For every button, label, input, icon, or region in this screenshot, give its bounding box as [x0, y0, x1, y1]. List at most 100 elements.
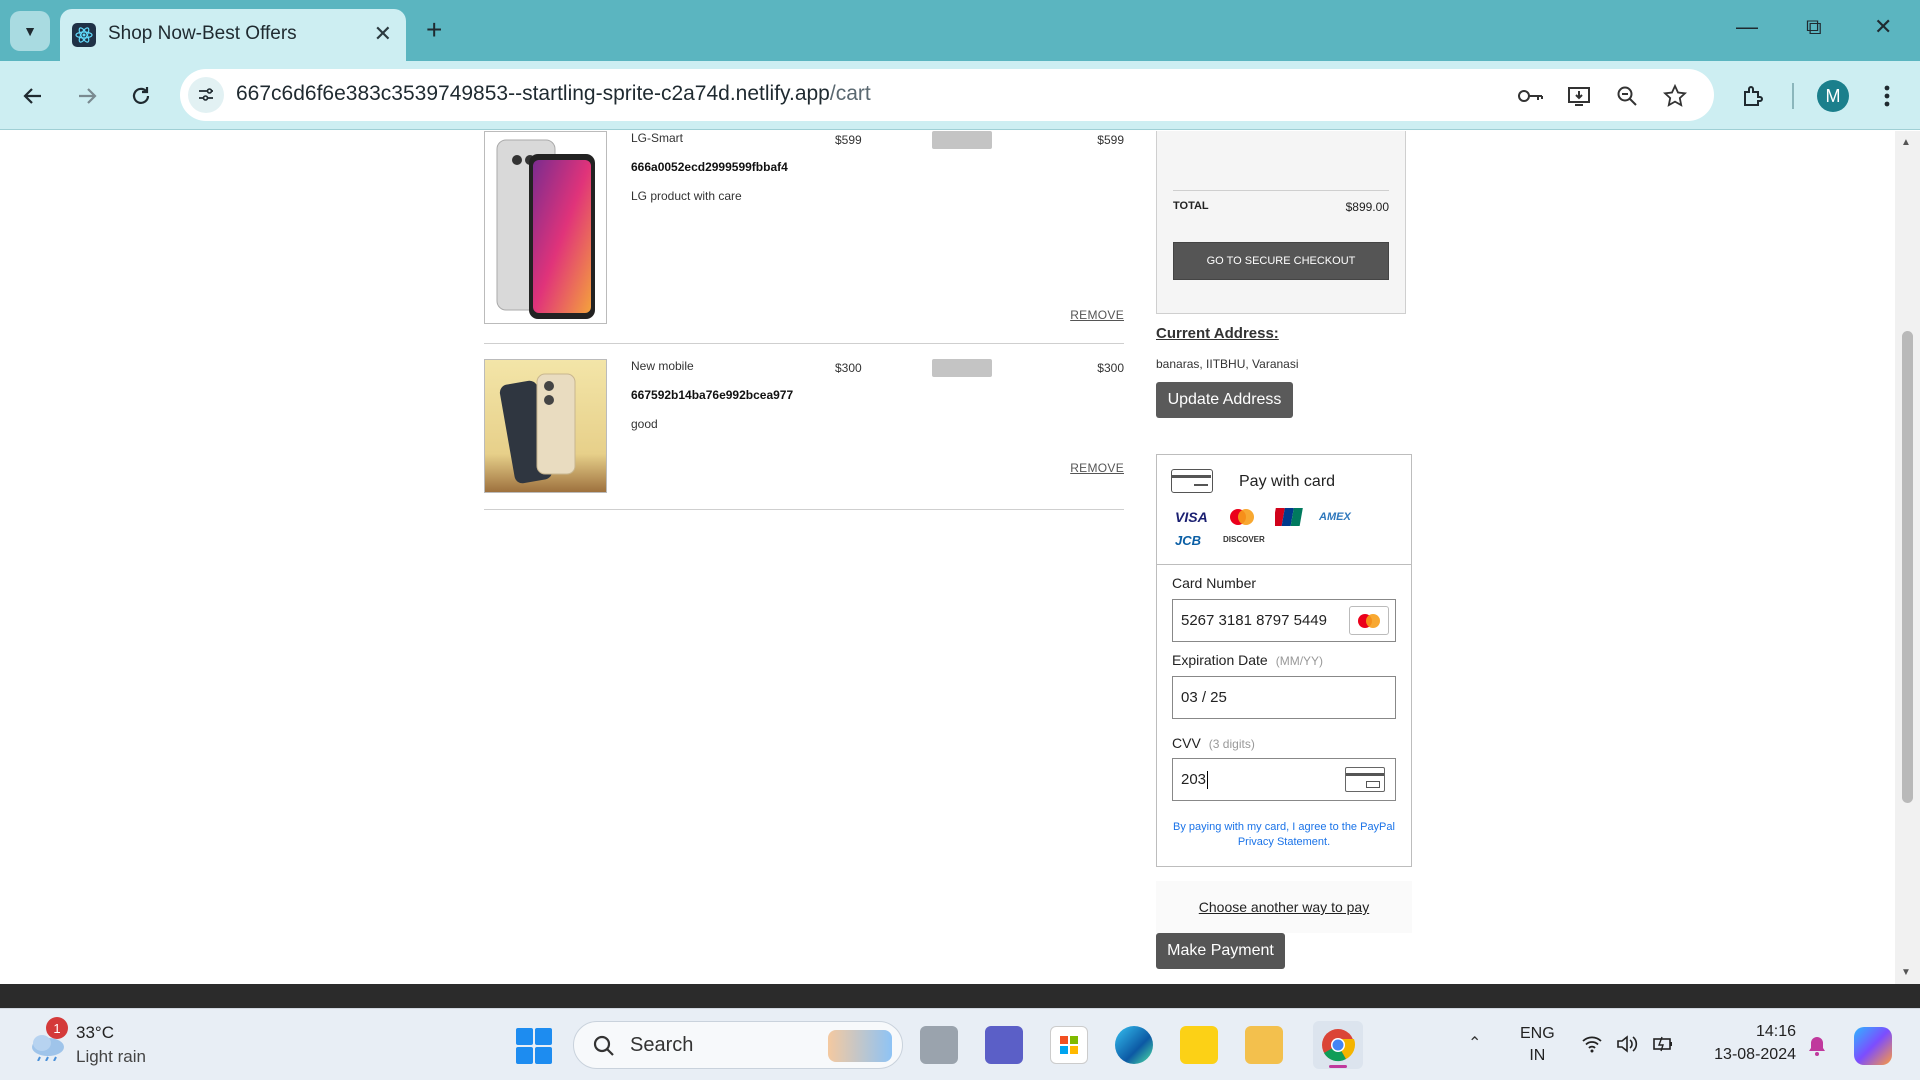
cart-item: LG-Smart 666a0052ecd2999599fbbaf4 LG pro…: [484, 131, 1124, 344]
close-tab-icon[interactable]: ✕: [374, 21, 392, 47]
unionpay-logo: [1272, 507, 1305, 527]
clock-date[interactable]: 13-08-2024: [1700, 1046, 1796, 1064]
choose-another-way-label: Choose another way to pay: [1198, 899, 1370, 915]
page-scrollbar[interactable]: ▲ ▼: [1895, 131, 1920, 984]
discover-logo: DISCOVER: [1223, 535, 1265, 544]
expiry-value: 03 / 25: [1181, 689, 1227, 706]
cvv-card-back-icon: [1345, 767, 1385, 792]
total-value: $899.00: [1345, 200, 1389, 214]
cart-item: New mobile 667592b14ba76e992bcea977 good…: [484, 344, 1124, 510]
cvv-hint: (3 digits): [1208, 737, 1255, 751]
quantity-input[interactable]: [932, 131, 992, 149]
toolbar-divider: [1792, 83, 1794, 109]
cvv-value: 203: [1181, 771, 1207, 788]
back-icon[interactable]: [16, 79, 50, 113]
product-description: LG product with care: [631, 189, 742, 203]
remove-button[interactable]: REMOVE: [1070, 308, 1124, 322]
forward-icon[interactable]: [70, 79, 104, 113]
show-hidden-icons[interactable]: ⌃: [1468, 1033, 1481, 1053]
summary-divider: [1173, 190, 1389, 191]
total-label: TOTAL: [1173, 200, 1209, 212]
weather-badge: 1: [46, 1017, 68, 1039]
expiry-field[interactable]: 03 / 25: [1172, 676, 1396, 719]
privacy-agreement-link[interactable]: By paying with my card, I agree to the P…: [1171, 820, 1397, 850]
windows-start-icon[interactable]: [516, 1028, 552, 1064]
pay-with-card-header: Pay with card VISA AMEX JCB DISCOVER: [1157, 455, 1411, 565]
secure-checkout-button[interactable]: GO TO SECURE CHECKOUT: [1173, 242, 1389, 280]
password-key-icon[interactable]: [1518, 83, 1544, 109]
microsoft-store-icon[interactable]: [1050, 1026, 1088, 1064]
cvv-field[interactable]: 203: [1172, 758, 1396, 801]
profile-avatar[interactable]: M: [1817, 80, 1849, 112]
chrome-icon: [1322, 1029, 1356, 1062]
product-image[interactable]: [484, 359, 607, 493]
copilot-icon[interactable]: [1854, 1027, 1892, 1065]
taskbar-search[interactable]: Search: [573, 1021, 903, 1069]
task-view-icon[interactable]: [920, 1026, 958, 1064]
product-id: 667592b14ba76e992bcea977: [631, 388, 794, 402]
tab-title: Shop Now-Best Offers: [108, 23, 297, 44]
install-app-icon[interactable]: [1566, 83, 1592, 109]
product-id: 666a0052ecd2999599fbbaf4: [631, 160, 788, 174]
teams-icon[interactable]: [985, 1026, 1023, 1064]
credit-card-icon: [1171, 469, 1213, 493]
cvv-label-text: CVV: [1172, 735, 1201, 751]
pay-with-card-title: Pay with card: [1239, 473, 1336, 490]
edge-icon[interactable]: [1115, 1026, 1153, 1064]
update-address-button[interactable]: Update Address: [1156, 382, 1293, 418]
zoom-icon[interactable]: [1614, 83, 1640, 109]
search-icon: [593, 1035, 614, 1056]
text-cursor: [1207, 770, 1209, 789]
remove-button[interactable]: REMOVE: [1070, 461, 1124, 475]
battery-icon[interactable]: [1652, 1035, 1674, 1053]
weather-temperature[interactable]: 33°C: [76, 1023, 114, 1043]
active-app-indicator: [1329, 1065, 1347, 1068]
more-menu-icon[interactable]: [1870, 79, 1904, 113]
scrollbar-thumb[interactable]: [1902, 331, 1913, 803]
volume-icon[interactable]: [1616, 1035, 1638, 1053]
product-image[interactable]: [484, 131, 607, 324]
notification-bell-icon[interactable]: [1807, 1035, 1827, 1057]
card-number-field[interactable]: 5267 3181 8797 5449: [1172, 599, 1396, 642]
input-language[interactable]: ENG IN: [1520, 1023, 1555, 1067]
cvv-label: CVV (3 digits): [1172, 735, 1255, 751]
restore-icon[interactable]: ⧉: [1806, 14, 1822, 40]
card-payment-form: Pay with card VISA AMEX JCB DISCOVER Car…: [1156, 454, 1412, 867]
chevron-down-icon: ▼: [23, 23, 37, 39]
wifi-icon[interactable]: [1582, 1035, 1602, 1053]
extensions-icon[interactable]: [1736, 79, 1770, 113]
address-bar[interactable]: 667c6d6f6e383c3539749853--startling-spri…: [180, 69, 1714, 121]
item-subtotal: $300: [1097, 361, 1124, 375]
item-subtotal: $599: [1097, 133, 1124, 147]
reload-icon[interactable]: [124, 79, 158, 113]
minimize-icon[interactable]: —: [1736, 14, 1758, 40]
page-footer-strip: [0, 984, 1920, 1008]
scroll-up-icon[interactable]: ▲: [1901, 137, 1911, 148]
weather-condition[interactable]: Light rain: [76, 1047, 146, 1067]
browser-tab-bar: ▼ Shop Now-Best Offers ✕ + — ⧉ ✕: [0, 0, 1920, 61]
clock-time[interactable]: 14:16: [1750, 1023, 1796, 1041]
url-host: 667c6d6f6e383c3539749853--startling-spri…: [236, 82, 830, 105]
choose-another-way-button[interactable]: Choose another way to pay: [1156, 881, 1412, 933]
search-label: Search: [630, 1034, 694, 1056]
site-info-icon[interactable]: [188, 77, 224, 113]
page-content: LG-Smart 666a0052ecd2999599fbbaf4 LG pro…: [0, 131, 1920, 984]
quantity-input[interactable]: [932, 359, 992, 377]
unit-price: $300: [835, 361, 862, 375]
bookmark-star-icon[interactable]: [1662, 83, 1688, 109]
file-explorer-icon[interactable]: [1245, 1026, 1283, 1064]
chrome-taskbar-item[interactable]: [1313, 1021, 1363, 1069]
active-tab[interactable]: Shop Now-Best Offers ✕: [60, 9, 406, 61]
order-summary: TOTAL $899.00 GO TO SECURE CHECKOUT: [1156, 131, 1406, 314]
close-window-icon[interactable]: ✕: [1874, 14, 1892, 40]
react-favicon-icon: [72, 23, 96, 47]
sticky-notes-icon[interactable]: [1180, 1026, 1218, 1064]
expiry-hint: (MM/YY): [1275, 654, 1324, 668]
scroll-down-icon[interactable]: ▼: [1901, 967, 1911, 978]
make-payment-button[interactable]: Make Payment: [1156, 933, 1285, 969]
url-path: /cart: [829, 82, 871, 105]
unit-price: $599: [835, 133, 862, 147]
product-name: New mobile: [631, 359, 694, 373]
tab-search-button[interactable]: ▼: [10, 11, 50, 51]
new-tab-button[interactable]: +: [426, 16, 442, 44]
